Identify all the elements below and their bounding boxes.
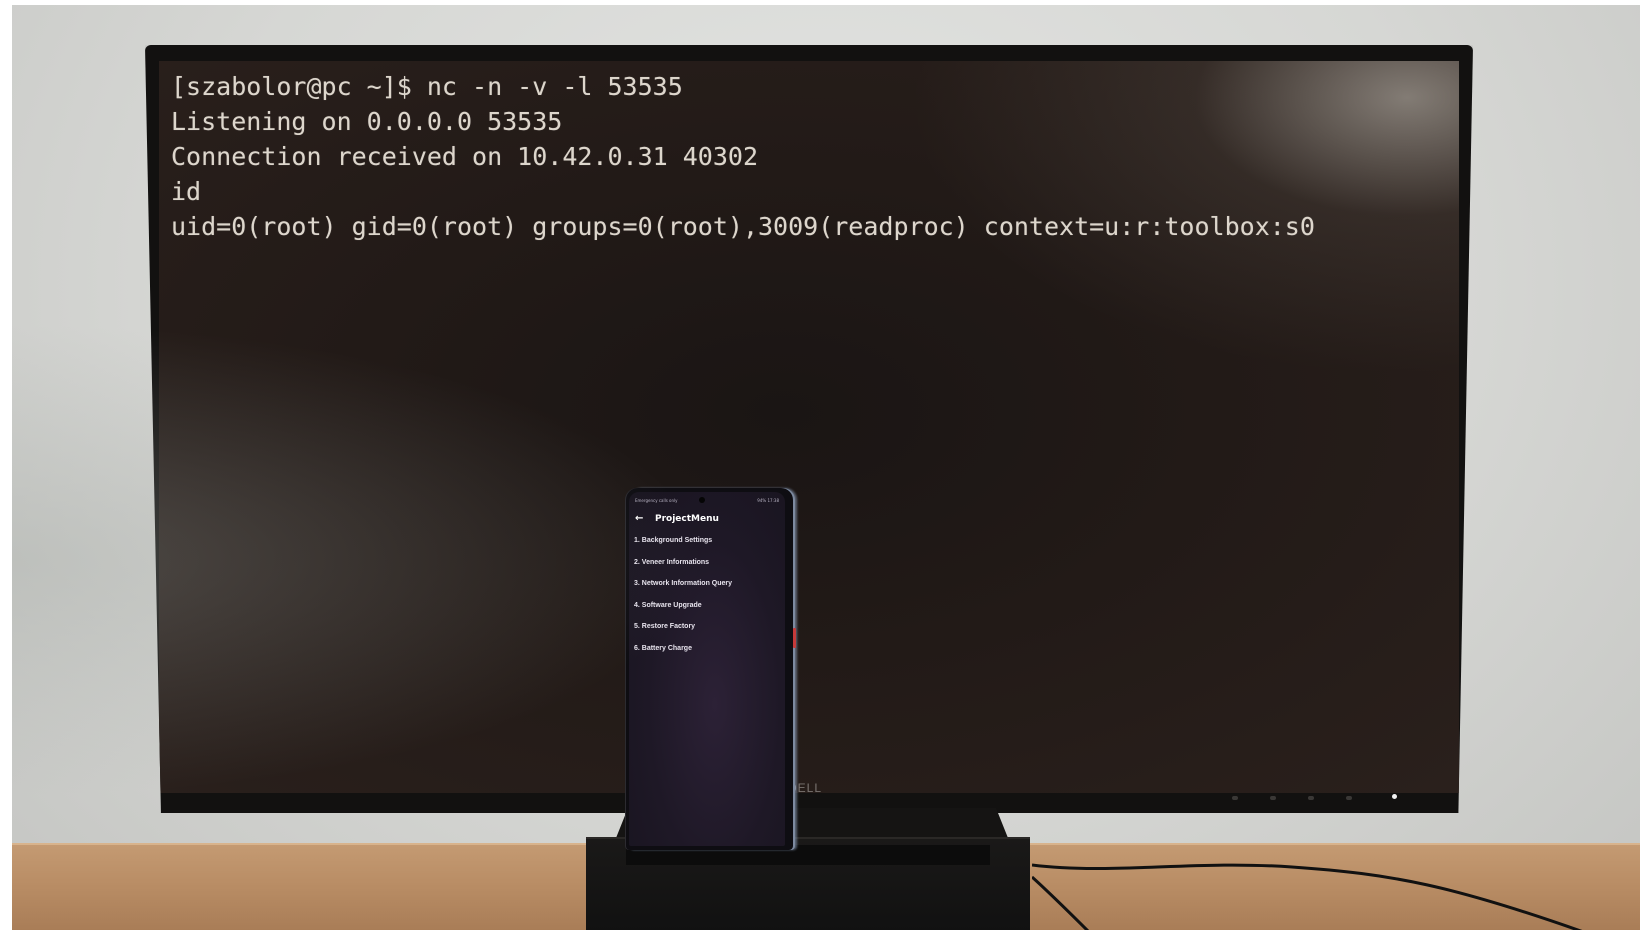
monitor-bezel-buttons xyxy=(1232,796,1402,802)
status-battery-time: 94% 17:38 xyxy=(757,498,779,503)
terminal-line-command: [szabolor@pc ~]$ nc -n -v -l 53535 xyxy=(171,72,683,101)
cable xyxy=(1032,863,1583,930)
menu-item-battery-charge[interactable]: 6. Battery Charge xyxy=(634,645,784,667)
phone-stand-box xyxy=(586,837,1030,930)
bezel-button xyxy=(1346,796,1352,800)
app-title: ProjectMenu xyxy=(655,514,719,524)
menu-item-background-settings[interactable]: 1. Background Settings xyxy=(634,537,784,559)
phone-status-bar: Emergency calls only 94% 17:38 xyxy=(629,498,785,506)
photo-scene: [szabolor@pc ~]$ nc -n -v -l 53535 Liste… xyxy=(12,5,1640,930)
terminal-line-id-output: uid=0(root) gid=0(root) groups=0(root),3… xyxy=(171,212,1315,241)
phone-side-button xyxy=(793,628,796,648)
phone-screen: Emergency calls only 94% 17:38 ← Project… xyxy=(629,492,785,846)
monitor-screen: [szabolor@pc ~]$ nc -n -v -l 53535 Liste… xyxy=(159,61,1459,793)
menu-item-restore-factory[interactable]: 5. Restore Factory xyxy=(634,623,784,645)
monitor: [szabolor@pc ~]$ nc -n -v -l 53535 Liste… xyxy=(145,45,1473,813)
power-led-icon xyxy=(1392,794,1397,799)
menu-item-veneer-informations[interactable]: 2. Veneer Informations xyxy=(634,559,784,581)
arrow-left-icon[interactable]: ← xyxy=(635,513,643,525)
status-carrier: Emergency calls only xyxy=(635,498,678,503)
terminal-line-id-command: id xyxy=(171,177,202,206)
project-menu-list: 1. Background Settings 2. Veneer Informa… xyxy=(634,537,784,666)
bezel-button xyxy=(1270,796,1276,800)
terminal-line-listening: Listening on 0.0.0.0 53535 xyxy=(171,107,563,136)
terminal-line-connection: Connection received on 10.42.0.31 40302 xyxy=(171,142,758,171)
bezel-button xyxy=(1232,796,1238,800)
terminal: [szabolor@pc ~]$ nc -n -v -l 53535 Liste… xyxy=(171,69,1315,244)
smartphone: Emergency calls only 94% 17:38 ← Project… xyxy=(626,488,793,850)
menu-item-network-information-query[interactable]: 3. Network Information Query xyxy=(634,580,784,602)
app-header: ← ProjectMenu xyxy=(629,512,785,528)
bezel-button xyxy=(1308,796,1314,800)
menu-item-software-upgrade[interactable]: 4. Software Upgrade xyxy=(634,602,784,624)
monitor-brand-logo: DELL xyxy=(788,781,823,795)
